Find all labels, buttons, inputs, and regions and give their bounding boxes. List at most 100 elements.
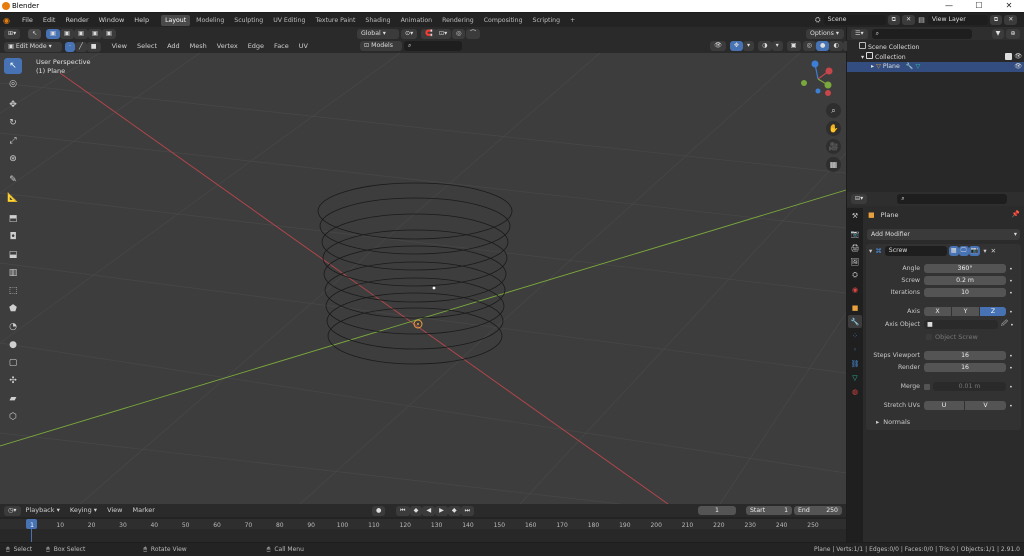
keyframe-dot-icon[interactable]: • <box>1009 383 1013 391</box>
prev-keyframe-icon[interactable]: ◆ <box>409 506 423 516</box>
keyframe-dot-icon[interactable]: • <box>1009 364 1013 372</box>
screw-field[interactable]: 0.2 m <box>924 276 1006 285</box>
outliner-search-input[interactable]: ⌕ <box>871 28 972 39</box>
edit-mode-toggle-icon[interactable]: ▦ <box>948 245 959 256</box>
shear-tool-icon[interactable]: ▰ <box>4 391 22 407</box>
merge-checkbox[interactable] <box>924 383 930 390</box>
tab-animation[interactable]: Animation <box>397 15 437 26</box>
tab-material-icon[interactable]: ◍ <box>848 385 862 398</box>
eyedropper-icon[interactable]: 🖉 <box>1001 319 1008 330</box>
tab-particles-icon[interactable]: ⁘ <box>848 329 862 342</box>
tab-compositing[interactable]: Compositing <box>480 15 527 26</box>
gizmo-x-icon[interactable] <box>825 67 833 75</box>
selected-vertex[interactable] <box>432 286 436 290</box>
angle-field[interactable]: 360° <box>924 264 1006 273</box>
transform-orientation-dropdown[interactable]: Global ▾ <box>357 29 399 39</box>
visibility-toggle-icon[interactable]: 👁▾ <box>710 41 726 59</box>
vertex-select-mode-icon[interactable]: · <box>65 41 75 52</box>
vp-menu-face[interactable]: Face <box>269 40 294 53</box>
timeline-menu-marker[interactable]: Marker <box>128 504 160 517</box>
gizmo-neg-y-icon[interactable] <box>801 80 807 86</box>
end-frame-field[interactable]: End 250 <box>794 506 842 515</box>
tab-scripting[interactable]: Scripting <box>529 15 565 26</box>
tab-render-icon[interactable]: 📷 <box>848 227 862 240</box>
iterations-field[interactable]: 10 <box>924 288 1006 297</box>
keyframe-dot-icon[interactable]: • <box>1009 402 1013 410</box>
gizmo-neg-z-icon[interactable] <box>815 88 821 94</box>
current-frame-field[interactable]: 1 <box>698 506 736 515</box>
tab-object-icon[interactable]: ■ <box>848 301 862 314</box>
axis-z-button[interactable]: Z <box>980 307 1006 316</box>
collapse-arrow-icon[interactable]: ▸ <box>871 63 874 70</box>
3d-viewport[interactable]: User Perspective (1) Plane ⌕ ✋ 🎥 ▦ <box>0 53 846 504</box>
scene-copy-icon[interactable]: ⧉ <box>887 15 901 25</box>
tab-modeling[interactable]: Modeling <box>192 15 228 26</box>
blender-menu-icon[interactable]: ◉ <box>3 16 17 25</box>
select-box-tool-icon[interactable]: ↖ <box>4 58 22 74</box>
tab-constraints-icon[interactable]: ⛓ <box>848 357 862 370</box>
gizmo-z-icon[interactable] <box>811 60 819 68</box>
keyframe-dot-icon[interactable]: • <box>1010 321 1014 329</box>
proportional-edit-icon[interactable]: ◎ <box>452 29 466 39</box>
keyframe-dot-icon[interactable]: • <box>1009 352 1013 360</box>
tab-rendering[interactable]: Rendering <box>438 15 478 26</box>
tab-tool-icon[interactable]: ⚒ <box>848 209 862 222</box>
select-mode-subtract-icon[interactable]: ▣ <box>74 29 88 39</box>
keyframe-dot-icon[interactable]: • <box>1009 308 1013 316</box>
face-select-mode-icon[interactable]: ■ <box>86 41 101 52</box>
axis-x-button[interactable]: X <box>924 307 951 316</box>
close-window-button[interactable]: ✕ <box>994 0 1024 12</box>
keyframe-dot-icon[interactable]: • <box>1009 289 1013 297</box>
overlay-toggle-icon[interactable]: ◑ <box>758 41 772 51</box>
properties-editor-type-icon[interactable]: ⊟▾ <box>851 194 868 204</box>
shading-material-icon[interactable]: ◐ <box>829 41 843 51</box>
zoom-icon[interactable]: ⌕ <box>826 103 841 118</box>
tab-data-icon[interactable]: ▽ <box>848 371 862 384</box>
transform-tool-icon[interactable]: ⊛ <box>4 151 22 167</box>
keyframe-dot-icon[interactable]: • <box>1009 265 1013 273</box>
gizmo-toggle-icon[interactable]: ✥ <box>729 41 744 51</box>
new-collection-icon[interactable]: ⊕ <box>1006 28 1020 39</box>
proportional-falloff-icon[interactable]: ⌒ <box>466 29 481 39</box>
outliner-collection[interactable]: ▾ Collection 👁 <box>847 52 1024 62</box>
camera-view-icon[interactable]: 🎥 <box>826 139 841 154</box>
pin-icon[interactable]: 📌 <box>1012 210 1020 218</box>
mode-dropdown[interactable]: ▣ Edit Mode ▾ <box>4 41 62 52</box>
knife-tool-icon[interactable]: ⬚ <box>4 283 22 299</box>
select-mode-extend-icon[interactable]: ▣ <box>60 29 74 39</box>
object-visibility-icon[interactable]: 👁 <box>1014 62 1022 72</box>
inset-tool-icon[interactable]: ◘ <box>4 229 22 245</box>
menu-edit[interactable]: Edit <box>38 13 61 27</box>
timeline-editor-type-icon[interactable]: ◷▾ <box>4 505 21 516</box>
loop-cut-tool-icon[interactable]: ▥ <box>4 265 22 281</box>
vp-menu-vertex[interactable]: Vertex <box>212 40 243 53</box>
vp-menu-select[interactable]: Select <box>132 40 162 53</box>
next-keyframe-icon[interactable]: ◆ <box>447 506 461 516</box>
move-tool-icon[interactable]: ✥ <box>4 97 22 113</box>
play-reverse-icon[interactable]: ◀ <box>422 506 436 516</box>
normals-subpanel[interactable]: ▸ Normals <box>870 418 1020 426</box>
vp-menu-view[interactable]: View <box>107 40 132 53</box>
bevel-tool-icon[interactable]: ⬓ <box>4 247 22 263</box>
overlay-dropdown-icon[interactable]: ▾ <box>771 41 783 51</box>
start-frame-field[interactable]: Start 1 <box>746 506 792 515</box>
timeline-menu-keying[interactable]: Keying ▾ <box>65 504 102 517</box>
timeline-menu-playback[interactable]: Playback ▾ <box>21 504 65 517</box>
axis-object-field[interactable]: ■ <box>924 320 998 329</box>
options-dropdown[interactable]: Options ▾ <box>806 29 844 39</box>
vp-menu-mesh[interactable]: Mesh <box>185 40 212 53</box>
collection-visibility-icon[interactable]: 👁 <box>1014 52 1022 62</box>
jump-start-icon[interactable]: ⏮ <box>396 506 410 516</box>
expand-normals-icon[interactable]: ▸ <box>876 418 879 426</box>
view-layer-remove-icon[interactable]: ✕ <box>1004 15 1018 25</box>
rip-region-tool-icon[interactable]: ⬡ <box>4 409 22 425</box>
vp-menu-add[interactable]: Add <box>162 40 185 53</box>
collapse-modifier-icon[interactable]: ▾ <box>869 247 872 255</box>
tab-uv-editing[interactable]: UV Editing <box>269 15 309 26</box>
steps-viewport-field[interactable]: 16 <box>924 351 1006 360</box>
tab-view-layer-icon[interactable]: 🖼 <box>848 255 862 268</box>
timeline-menu-view[interactable]: View <box>102 504 127 517</box>
stretch-u-button[interactable]: U <box>924 401 964 410</box>
axis-y-button[interactable]: Y <box>952 307 979 316</box>
gizmo-y-icon[interactable] <box>824 81 832 89</box>
